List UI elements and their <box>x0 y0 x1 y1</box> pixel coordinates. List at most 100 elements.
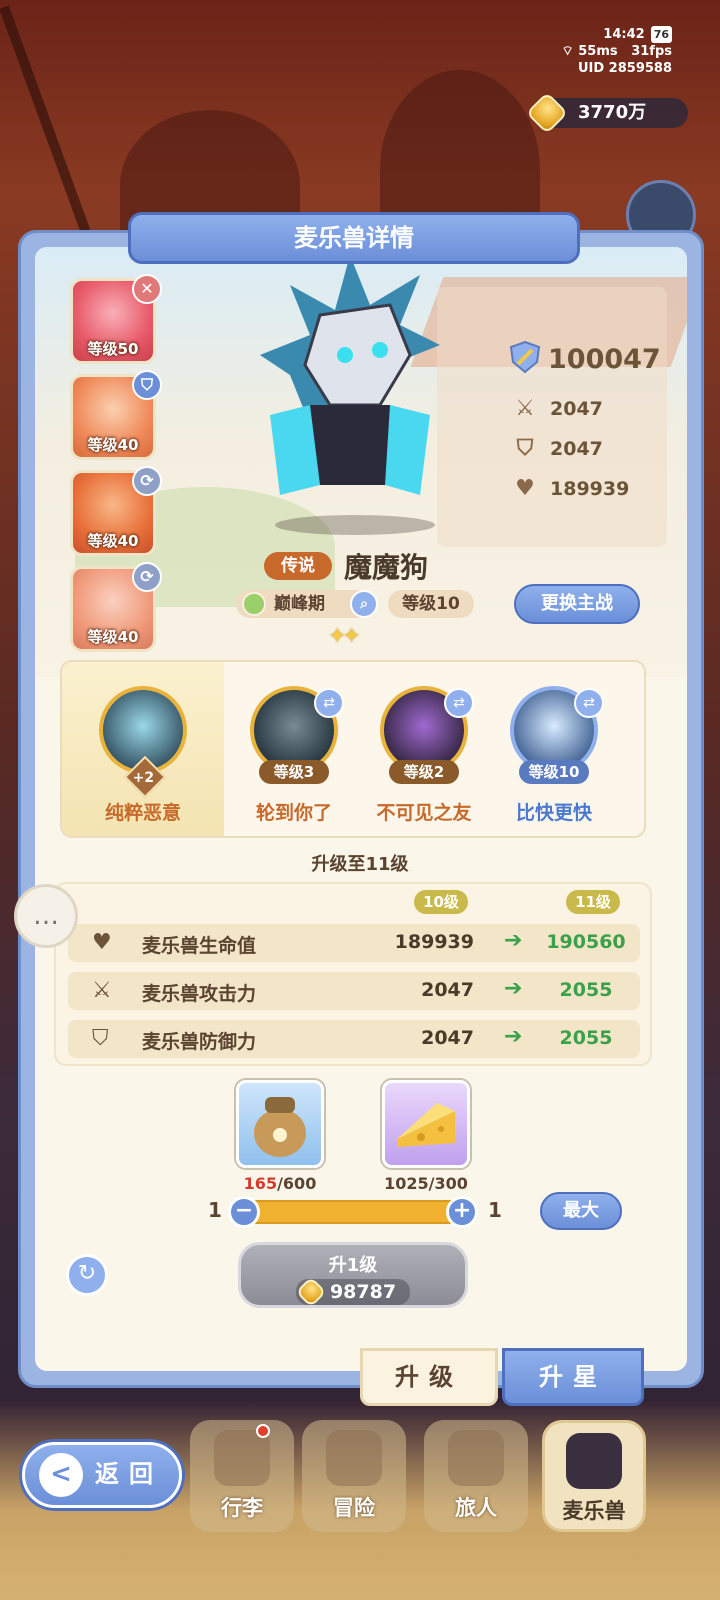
plus-button[interactable]: + <box>446 1196 478 1228</box>
upgrade-row: ♥ 麦乐兽生命值 189939 ➔ 190560 <box>68 924 640 962</box>
leaf-icon <box>242 592 266 616</box>
ability-slot-2[interactable]: ⇄ 等级2 不可见之友 <box>360 662 488 836</box>
back-button[interactable]: < 返回 <box>22 1442 182 1508</box>
close-icon[interactable]: ✕ <box>132 274 162 304</box>
from-level-badge: 10级 <box>414 890 468 914</box>
defense-value: 2047 <box>550 438 603 460</box>
monster-level: 等级10 <box>388 590 474 618</box>
row-new-value: 190560 <box>546 931 626 953</box>
upgrade-title: 升级至11级 <box>311 854 409 875</box>
uid-label: UID 2859588 <box>577 61 672 76</box>
swap-icon[interactable]: ⇄ <box>444 688 474 718</box>
arrow-right-icon: ➔ <box>504 928 523 953</box>
nav-item-traveler[interactable]: 旅人 <box>424 1420 528 1532</box>
ability-panel: +2 纯粹恶意 ⇄ 等级3 轮到你了 ⇄ 等级2 不可见之友 ⇄ 等级10 比快… <box>60 660 646 838</box>
creature-illustration <box>260 255 440 495</box>
ability-name: 不可见之友 <box>376 802 472 824</box>
panel-title: 麦乐兽详情 <box>128 212 580 264</box>
row-new-value: 2055 <box>559 1027 613 1049</box>
shield-sword-icon <box>509 340 541 374</box>
heart-icon: ♥ <box>515 476 535 501</box>
food-bag-icon[interactable] <box>236 1080 324 1168</box>
monster-icon <box>566 1433 622 1489</box>
back-label: 返回 <box>95 1460 163 1488</box>
link-badge-icon: ⟳ <box>132 466 162 496</box>
nav-item-adventure[interactable]: 冒险 <box>302 1420 406 1532</box>
battery-indicator: 76 <box>650 26 672 43</box>
gold-amount: 3770万 <box>578 102 647 123</box>
skill-level: 等级40 <box>87 532 139 550</box>
minus-button[interactable]: − <box>228 1196 260 1228</box>
crossed-swords-icon: ⚔ <box>92 978 112 1003</box>
shield-icon: ⛉ <box>92 1026 109 1051</box>
cheese-icon[interactable] <box>382 1080 470 1168</box>
back-arrow-icon: < <box>39 1453 83 1497</box>
traveler-icon <box>448 1430 504 1486</box>
notification-dot <box>256 1424 270 1438</box>
phase-pill: 巅峰期 ⌕ <box>236 590 378 618</box>
ability-slot-1[interactable]: ⇄ 等级3 轮到你了 <box>230 662 358 836</box>
status-bar: 14:42 76 ⌔ 55ms 31fps UID 2859588 <box>561 26 672 77</box>
quantity-slider[interactable] <box>244 1200 462 1224</box>
row-old-value: 2047 <box>421 979 474 1001</box>
row-label: 麦乐兽攻击力 <box>142 983 257 1005</box>
ability-level: 等级3 <box>259 760 329 784</box>
chat-bubble-icon[interactable]: … <box>14 884 78 948</box>
nav-label: 旅人 <box>455 1496 497 1520</box>
stat-defense: ⛉ 2047 <box>512 436 603 461</box>
combat-power: 100047 <box>508 340 661 375</box>
stat-hp: ♥ 189939 <box>512 476 629 501</box>
row-label: 麦乐兽生命值 <box>142 935 257 957</box>
tab-upgrade[interactable]: 升级 <box>360 1348 498 1406</box>
material-count-2: 1025/300 <box>384 1174 468 1193</box>
swap-main-button[interactable]: 更换主战 <box>514 584 640 624</box>
quantity-min: 1 <box>208 1198 222 1222</box>
nav-label: 麦乐兽 <box>562 1499 626 1523</box>
nav-label: 行李 <box>221 1496 263 1520</box>
upgrade-table: 10级 11级 ♥ 麦乐兽生命值 189939 ➔ 190560 ⚔ 麦乐兽攻击… <box>54 882 652 1066</box>
bag-icon <box>214 1430 270 1486</box>
ability-slot-3[interactable]: ⇄ 等级10 比快更快 <box>490 662 618 836</box>
level-up-label: 升1级 <box>328 1255 378 1276</box>
nav-item-monster[interactable]: 麦乐兽 <box>542 1420 646 1532</box>
crossed-swords-icon: ⚔ <box>515 396 535 421</box>
nav-item-bag[interactable]: 行李 <box>190 1420 294 1532</box>
ability-level: 等级10 <box>519 760 589 784</box>
skill-level: 等级40 <box>87 628 139 646</box>
cheese-graphic <box>397 1103 455 1147</box>
swap-icon[interactable]: ⇄ <box>574 688 604 718</box>
ability-name: 轮到你了 <box>255 802 332 824</box>
level-up-button[interactable]: 升1级 98787 <box>238 1242 468 1308</box>
row-old-value: 2047 <box>421 1027 474 1049</box>
heart-icon: ♥ <box>92 930 112 955</box>
power-value: 100047 <box>548 344 661 375</box>
stat-attack: ⚔ 2047 <box>512 396 603 421</box>
clock: 14:42 <box>603 27 645 42</box>
tab-star-up[interactable]: 升星 <box>502 1348 644 1406</box>
creature-shadow <box>275 515 435 535</box>
material-count-1: 165/600 <box>243 1174 317 1193</box>
swap-icon[interactable]: ⇄ <box>314 688 344 718</box>
shield-icon: ⛉ <box>516 436 534 461</box>
rarity-badge: 传说 <box>264 552 332 580</box>
ability-level: 等级2 <box>389 760 459 784</box>
gold-coin-icon <box>295 1276 327 1308</box>
level-up-cost: 98787 <box>295 1276 411 1308</box>
ability-main-name: 纯粹恶意 <box>104 802 181 824</box>
skill-level: 等级50 <box>87 340 139 358</box>
skill-level: 等级40 <box>87 436 139 454</box>
magnify-icon[interactable]: ⌕ <box>350 590 378 618</box>
upgrade-row: ⚔ 麦乐兽攻击力 2047 ➔ 2055 <box>68 972 640 1010</box>
refresh-icon[interactable]: ↻ <box>66 1254 108 1296</box>
attack-value: 2047 <box>550 398 603 420</box>
arrow-right-icon: ➔ <box>504 976 523 1001</box>
to-level-badge: 11级 <box>566 890 620 914</box>
row-label: 麦乐兽防御力 <box>142 1031 257 1053</box>
max-button[interactable]: 最大 <box>540 1192 622 1230</box>
ability-name: 比快更快 <box>515 802 592 824</box>
row-old-value: 189939 <box>394 931 474 953</box>
phase-label: 巅峰期 <box>274 594 325 614</box>
ability-main[interactable]: +2 纯粹恶意 <box>62 662 224 836</box>
fps-counter: 31fps <box>631 44 672 59</box>
gold-balance[interactable]: 3770万 <box>525 91 688 135</box>
